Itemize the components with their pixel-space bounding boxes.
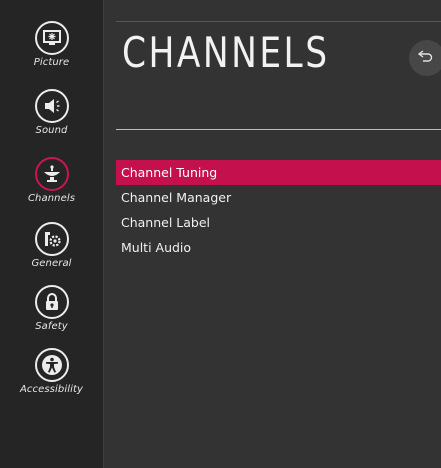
sidebar-item-accessibility[interactable]: Accessibility [0,348,103,395]
back-button[interactable] [409,40,441,76]
divider [116,129,441,130]
sidebar-item-label: Sound [35,125,68,136]
main-panel: CHANNELS Channel Tuning Channel Manager … [104,0,441,468]
menu-item-channel-manager[interactable]: Channel Manager [116,185,441,210]
sidebar-item-label: Safety [35,321,68,332]
sidebar-item-sound[interactable]: Sound [0,89,103,136]
sound-icon [34,89,69,123]
sidebar-item-label: Picture [33,57,70,68]
channels-menu: Channel Tuning Channel Manager Channel L… [116,160,441,260]
sidebar: Picture Sound Channels General Safety Ac… [0,0,104,468]
channels-icon [34,157,69,191]
sidebar-item-label: Channels [27,193,76,204]
general-icon [34,222,69,256]
sidebar-item-label: General [31,258,72,269]
picture-icon [34,21,69,55]
settings-screen: Picture Sound Channels General Safety Ac… [0,0,441,468]
lock-icon [34,285,69,319]
divider [116,21,441,22]
page-title: CHANNELS [122,28,330,77]
back-arrow-icon [417,49,434,68]
menu-item-channel-label[interactable]: Channel Label [116,210,441,235]
sidebar-item-safety[interactable]: Safety [0,285,103,332]
sidebar-item-label: Accessibility [19,384,83,395]
sidebar-item-picture[interactable]: Picture [0,21,103,68]
sidebar-item-general[interactable]: General [0,222,103,269]
accessibility-icon [34,348,69,382]
menu-item-channel-tuning[interactable]: Channel Tuning [116,160,441,185]
sidebar-item-channels[interactable]: Channels [0,157,103,204]
menu-item-multi-audio[interactable]: Multi Audio [116,235,441,260]
